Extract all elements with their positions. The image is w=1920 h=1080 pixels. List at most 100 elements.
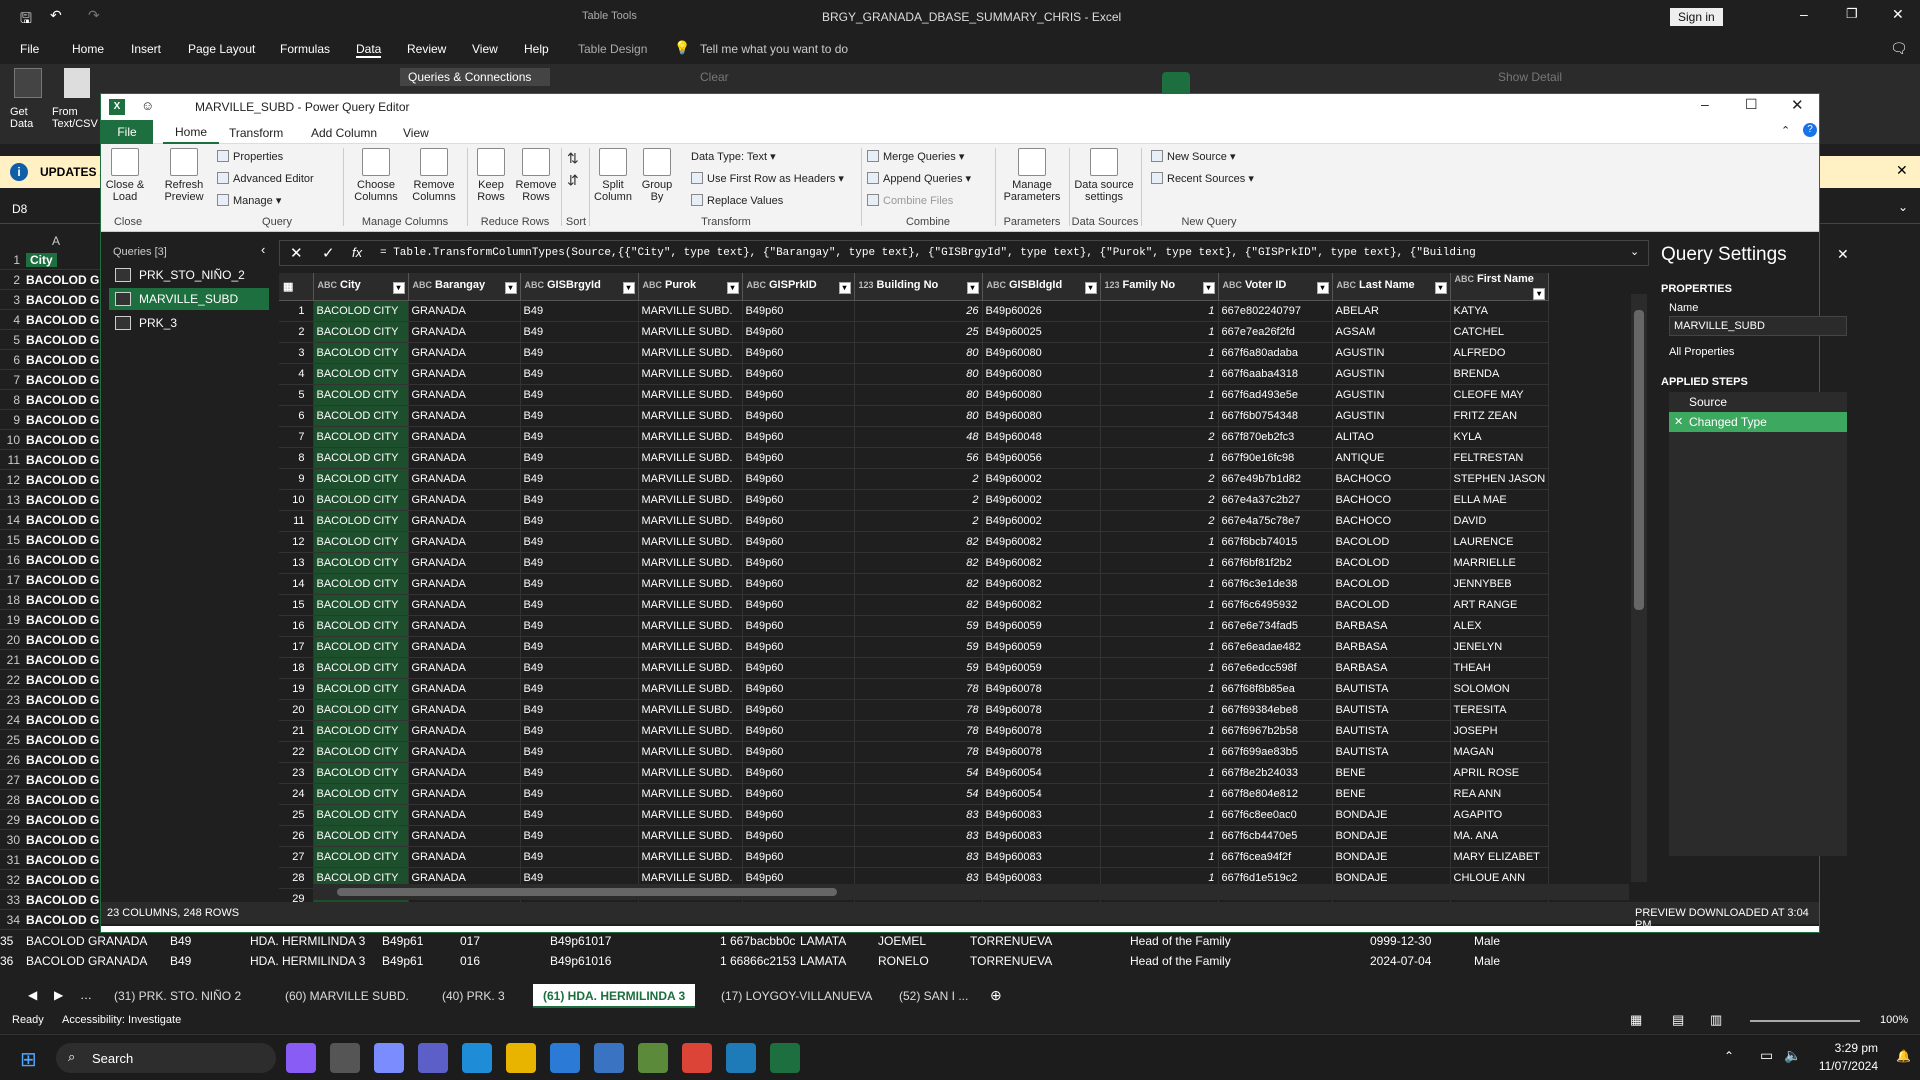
choose-columns-button[interactable]: Choose Columns (347, 148, 405, 203)
table-cell[interactable]: B49 (520, 762, 639, 784)
table-cell[interactable]: 80 (854, 363, 983, 385)
data-type-icon[interactable]: ABC (318, 280, 338, 290)
table-cell[interactable]: AGUSTIN (1332, 405, 1451, 427)
data-type-icon[interactable]: 123 (859, 280, 874, 290)
row-number[interactable]: 5 (279, 384, 314, 406)
excel-cell[interactable]: LAMATA (800, 934, 846, 948)
table-cell[interactable]: BENE (1332, 783, 1451, 805)
table-cell[interactable]: 2 (854, 510, 983, 532)
table-cell[interactable]: 667f69384ebe8 (1218, 699, 1333, 721)
table-cell[interactable]: FELTRESTAN (1450, 447, 1550, 469)
table-cell[interactable]: MARVILLE SUBD. (638, 342, 743, 364)
notification-icon[interactable]: 🔔 (1896, 1049, 1911, 1063)
table-cell[interactable]: AGAPITO (1450, 804, 1550, 826)
column-header[interactable]: ABC Purok ▾ (638, 273, 743, 301)
row-number[interactable]: 18 (0, 593, 20, 607)
excel-taskbar-icon[interactable] (770, 1043, 800, 1073)
table-cell[interactable]: B49p60 (742, 678, 855, 700)
table-cell[interactable]: 1 (1100, 447, 1219, 469)
comments-icon[interactable]: 🗨 (1890, 40, 1908, 57)
table-cell[interactable]: MA. ANA (1450, 825, 1550, 847)
table-cell[interactable]: B49p60056 (982, 447, 1101, 469)
split-column-button[interactable]: Split Column (591, 148, 635, 203)
row-number[interactable]: 25 (279, 804, 314, 826)
sheet-next-icon[interactable]: ▶ (54, 988, 63, 1002)
row-number[interactable]: 7 (279, 426, 314, 448)
table-cell[interactable]: ALFREDO (1450, 342, 1550, 364)
properties-button[interactable]: Properties (217, 150, 283, 163)
data-type-icon[interactable]: ABC (643, 280, 663, 290)
tell-me-input[interactable]: Tell me what you want to do (700, 42, 848, 56)
table-cell[interactable]: 667f6cea94f2f (1218, 846, 1333, 868)
table-cell[interactable]: 78 (854, 720, 983, 742)
table-cell[interactable]: BACOLOD (1332, 552, 1451, 574)
table-cell[interactable]: 1 (1100, 573, 1219, 595)
excel-row[interactable]: 14 BACOLOD G (0, 510, 100, 530)
row-number[interactable]: 7 (0, 373, 20, 387)
table-cell[interactable]: B49 (520, 594, 639, 616)
excel-row[interactable]: 12 BACOLOD G (0, 470, 100, 490)
table-cell[interactable]: 2 (1100, 426, 1219, 448)
table-cell[interactable]: B49p60 (742, 468, 855, 490)
row-number[interactable]: 15 (0, 533, 20, 547)
table-cell[interactable]: JENELYN (1450, 636, 1550, 658)
excel-row[interactable]: 28 BACOLOD G (0, 790, 100, 810)
group-by-button[interactable]: Group By (637, 148, 677, 203)
table-cell[interactable]: 83 (854, 804, 983, 826)
row-number[interactable]: 3 (279, 342, 314, 364)
excel-cell[interactable]: RONELO (878, 954, 929, 968)
data-type-icon[interactable]: ABC (525, 280, 545, 290)
table-cell[interactable]: MARVILLE SUBD. (638, 384, 743, 406)
row-number[interactable]: 9 (279, 468, 314, 490)
task-view-icon[interactable] (330, 1043, 360, 1073)
combine-files-button[interactable]: Combine Files (867, 194, 953, 207)
table-cell[interactable]: 25 (854, 321, 983, 343)
table-cell[interactable]: B49 (520, 321, 639, 343)
excel-cell[interactable]: B49p61016 (550, 954, 611, 968)
row-number[interactable]: 24 (279, 783, 314, 805)
filter-dropdown-icon[interactable]: ▾ (1316, 282, 1329, 294)
table-row[interactable]: 2 BACOLOD CITY GRANADA B49 MARVILLE SUBD. B49… (279, 321, 1550, 343)
excel-row[interactable]: 9 BACOLOD G (0, 410, 100, 430)
excel-cell[interactable]: 016 (460, 954, 480, 968)
table-cell[interactable]: 78 (854, 741, 983, 763)
excel-cell[interactable]: BACOLOD G (26, 393, 99, 407)
row-number[interactable]: 8 (0, 393, 20, 407)
table-cell[interactable]: BACOLOD CITY (313, 321, 409, 343)
table-cell[interactable]: KATYA (1450, 300, 1550, 322)
table-cell[interactable]: GRANADA (408, 510, 521, 532)
table-cell[interactable]: GRANADA (408, 573, 521, 595)
row-number[interactable]: 18 (279, 657, 314, 679)
excel-cell[interactable]: BACOLOD G (26, 513, 99, 527)
table-cell[interactable]: 54 (854, 762, 983, 784)
remove-rows-button[interactable]: Remove Rows (513, 148, 559, 203)
table-cell[interactable]: B49 (520, 846, 639, 868)
mail-icon[interactable] (594, 1043, 624, 1073)
table-cell[interactable]: 78 (854, 699, 983, 721)
column-header[interactable]: ABC First Name ▾ (1450, 273, 1550, 301)
table-cell[interactable]: CLEOFE MAY (1450, 384, 1550, 406)
row-number[interactable]: 27 (0, 773, 20, 787)
sheet-more-icon[interactable]: … (80, 988, 92, 1002)
row-number[interactable]: 20 (279, 699, 314, 721)
table-cell[interactable]: 2 (1100, 510, 1219, 532)
table-cell[interactable]: 2 (854, 468, 983, 490)
taskbar-search-box[interactable]: ⌕ Search (56, 1043, 276, 1073)
table-cell[interactable]: B49p60059 (982, 615, 1101, 637)
filter-dropdown-icon[interactable]: ▾ (966, 282, 979, 294)
excel-cell[interactable]: 35 (0, 934, 13, 948)
table-cell[interactable]: BACOLOD (1332, 573, 1451, 595)
row-number[interactable]: 17 (0, 573, 20, 587)
table-cell[interactable]: BACOLOD CITY (313, 594, 409, 616)
table-cell[interactable]: B49p60 (742, 552, 855, 574)
table-cell[interactable]: GRANADA (408, 741, 521, 763)
excel-cell[interactable]: HDA. HERMILINDA 3 (250, 954, 365, 968)
table-cell[interactable]: GRANADA (408, 300, 521, 322)
table-cell[interactable]: GRANADA (408, 447, 521, 469)
table-cell[interactable]: MARVILLE SUBD. (638, 783, 743, 805)
table-row[interactable]: 19 BACOLOD CITY GRANADA B49 MARVILLE SUBD. B4… (279, 678, 1550, 700)
table-cell[interactable]: DAVID (1450, 510, 1550, 532)
table-cell[interactable]: ELLA MAE (1450, 489, 1550, 511)
row-number[interactable]: 32 (0, 873, 20, 887)
table-row[interactable]: 3 BACOLOD CITY GRANADA B49 MARVILLE SUBD. B49… (279, 342, 1550, 364)
